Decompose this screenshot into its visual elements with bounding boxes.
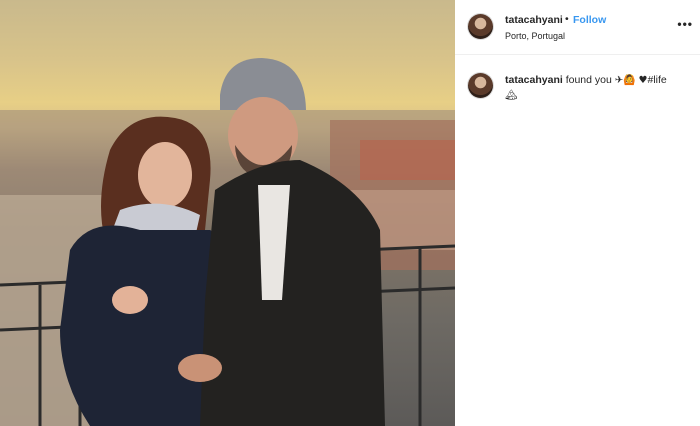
location-link[interactable]: Porto, Portugal <box>505 31 565 41</box>
photo-scene <box>0 58 455 426</box>
username[interactable]: tatacahyani <box>505 14 563 26</box>
avatar[interactable] <box>468 14 493 39</box>
caption-username[interactable]: tatacahyani <box>505 74 563 86</box>
caption-avatar[interactable] <box>468 73 493 98</box>
person-emoji-icon: 🙆 <box>623 75 636 86</box>
mountain-emoji-icon: 🏔 <box>505 90 518 101</box>
post-header: tatacahyani • Follow Porto, Portugal ••• <box>455 0 700 55</box>
separator-dot: • <box>565 13 569 25</box>
caption: tatacahyani found you ✈🙆 ♥#life 🏔 <box>505 73 690 103</box>
post-side-panel: tatacahyani • Follow Porto, Portugal •••… <box>455 0 700 426</box>
post-photo[interactable] <box>0 0 455 426</box>
caption-text: found you <box>565 74 612 86</box>
airplane-emoji-icon: ✈ <box>614 75 624 86</box>
hashtag-link[interactable]: #life <box>647 74 666 86</box>
follow-button[interactable]: Follow <box>573 14 606 26</box>
more-options-icon[interactable]: ••• <box>677 17 693 31</box>
